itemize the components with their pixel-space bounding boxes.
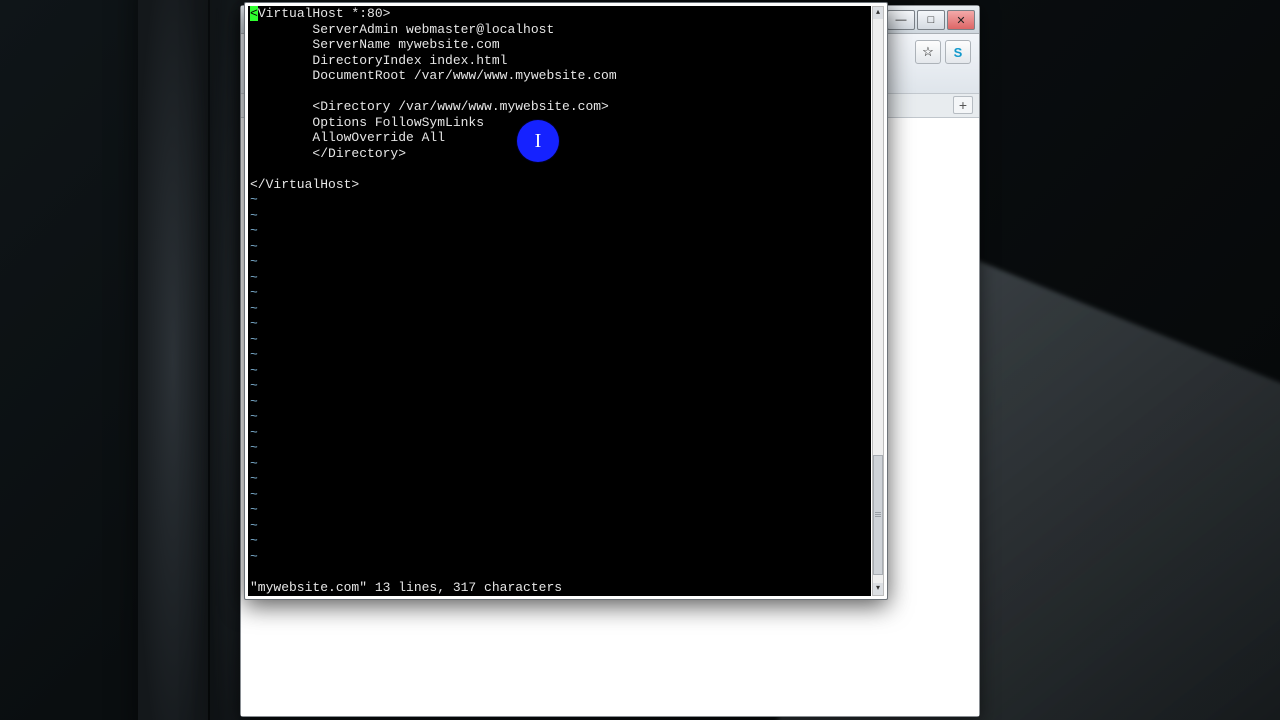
scroll-up-arrow[interactable]: ▴: [873, 7, 883, 19]
vim-line: AllowOverride All: [248, 130, 871, 146]
vim-line: ServerName mywebsite.com: [248, 37, 871, 53]
vim-empty-line: ~: [248, 394, 871, 410]
vim-empty-line: ~: [248, 301, 871, 317]
skype-icon[interactable]: S: [945, 40, 971, 64]
vim-empty-line: ~: [248, 518, 871, 534]
close-button[interactable]: ✕: [947, 10, 975, 30]
vim-line: <Directory /var/www/www.mywebsite.com>: [248, 99, 871, 115]
vim-line: </VirtualHost>: [248, 177, 871, 193]
vim-line: </Directory>: [248, 146, 871, 162]
cursor-highlight-annotation: I: [517, 120, 559, 162]
vim-empty-line: ~: [248, 378, 871, 394]
terminal-scrollbar[interactable]: ▴ ▾: [872, 6, 884, 596]
minimize-button[interactable]: —: [887, 10, 915, 30]
scroll-down-arrow[interactable]: ▾: [873, 583, 883, 595]
vim-empty-line: ~: [248, 332, 871, 348]
vim-empty-line: ~: [248, 549, 871, 565]
vim-line: <VirtualHost *:80>: [248, 6, 871, 22]
vim-line: DocumentRoot /var/www/www.mywebsite.com: [248, 68, 871, 84]
vim-empty-line: ~: [248, 223, 871, 239]
vim-empty-line: ~: [248, 409, 871, 425]
background-pillar: [138, 0, 208, 720]
vim-empty-line: ~: [248, 254, 871, 270]
vim-empty-line: ~: [248, 316, 871, 332]
terminal-content[interactable]: <VirtualHost *:80> ServerAdmin webmaster…: [248, 6, 871, 596]
scrollbar-thumb[interactable]: [873, 455, 883, 575]
vim-cursor: <: [250, 6, 258, 21]
vim-line: Options FollowSymLinks: [248, 115, 871, 131]
terminal-window[interactable]: <VirtualHost *:80> ServerAdmin webmaster…: [244, 2, 888, 600]
vim-empty-line: ~: [248, 347, 871, 363]
vim-empty-line: ~: [248, 192, 871, 208]
vim-empty-line: ~: [248, 487, 871, 503]
vim-empty-line: ~: [248, 425, 871, 441]
vim-empty-line: ~: [248, 440, 871, 456]
new-tab-button[interactable]: +: [953, 96, 973, 114]
ibeam-cursor-icon: I: [535, 130, 542, 153]
vim-empty-line: ~: [248, 363, 871, 379]
vim-empty-line: ~: [248, 502, 871, 518]
vim-empty-line: ~: [248, 456, 871, 472]
star-icon[interactable]: ☆: [915, 40, 941, 64]
vim-empty-line: ~: [248, 533, 871, 549]
vim-empty-line: ~: [248, 208, 871, 224]
vim-line: ServerAdmin webmaster@localhost: [248, 22, 871, 38]
vim-empty-line: ~: [248, 471, 871, 487]
maximize-button[interactable]: □: [917, 10, 945, 30]
vim-line: DirectoryIndex index.html: [248, 53, 871, 69]
vim-line: [248, 84, 871, 100]
vim-status-line: "mywebsite.com" 13 lines, 317 characters: [250, 580, 562, 596]
vim-line: [248, 161, 871, 177]
vim-empty-line: ~: [248, 285, 871, 301]
vim-empty-line: ~: [248, 270, 871, 286]
vim-empty-line: ~: [248, 239, 871, 255]
